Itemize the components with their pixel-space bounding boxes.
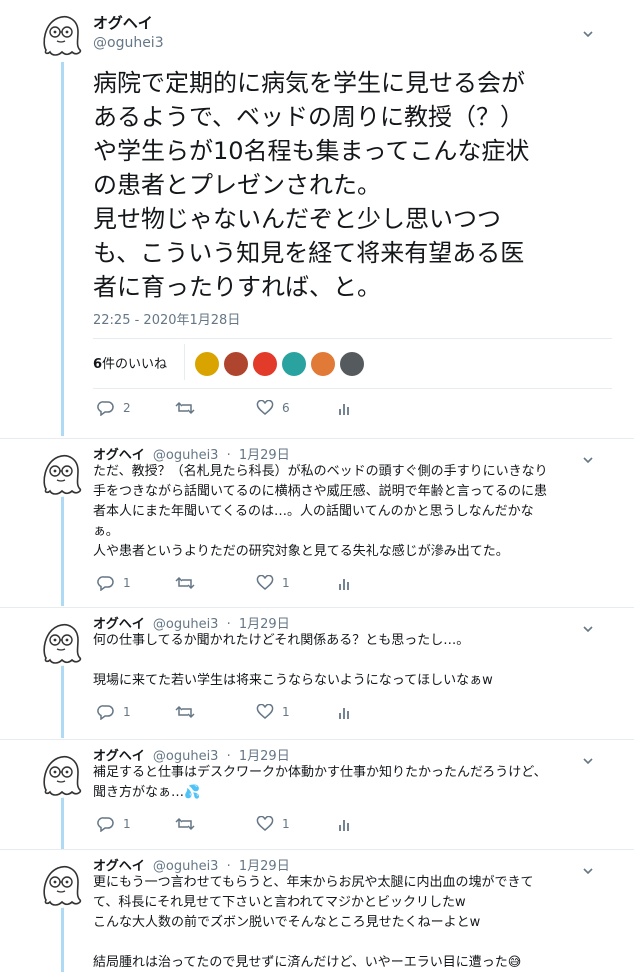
likes-label: 件のいいね	[102, 357, 168, 372]
reply-text: 補足すると仕事はデスクワークか体動かす仕事か知りたかったんだろうけど、 聞き方が…	[93, 765, 547, 800]
divider	[184, 344, 185, 380]
reply-header: オグヘイ @oguhei3 · 1月29日	[93, 855, 290, 874]
reply-header: オグヘイ @oguhei3 · 1月29日	[93, 613, 290, 632]
date-separator: ·	[226, 859, 231, 874]
like-count: 6	[282, 401, 290, 415]
reply-button[interactable]: 1	[97, 575, 131, 591]
retweet-button[interactable]	[175, 816, 195, 832]
reply-count: 1	[123, 705, 131, 719]
reply-icon	[97, 401, 114, 416]
like-button[interactable]: 1	[256, 575, 290, 591]
retweet-icon	[175, 576, 195, 590]
heart-icon	[256, 400, 274, 415]
author-handle[interactable]: @oguhei3	[153, 749, 219, 764]
analytics-button[interactable]	[338, 575, 352, 591]
retweet-icon	[175, 705, 195, 719]
reply-date[interactable]: 1月29日	[239, 859, 290, 874]
avatar[interactable]	[36, 10, 84, 58]
thread-line	[61, 62, 64, 436]
reply-date[interactable]: 1月29日	[239, 749, 290, 764]
retweet-icon	[175, 401, 195, 415]
author-handle[interactable]: @oguhei3	[93, 35, 164, 51]
author-handle[interactable]: @oguhei3	[153, 448, 219, 463]
author-name[interactable]: オグヘイ	[93, 859, 145, 874]
like-button[interactable]: 1	[256, 704, 290, 720]
analytics-icon	[339, 404, 349, 415]
thread-line	[61, 795, 64, 849]
like-count: 1	[282, 705, 290, 719]
author-name[interactable]: オグヘイ	[93, 617, 145, 632]
chevron-down-icon[interactable]	[582, 28, 594, 40]
author-name[interactable]: オグヘイ	[93, 12, 153, 33]
analytics-icon	[339, 579, 349, 590]
reply-text: ただ、教授？（名札見たら科長）が私のベッドの頭すぐ側の手すりにいきなり 手をつき…	[93, 464, 548, 559]
liker-avatar[interactable]	[339, 351, 365, 377]
author-handle[interactable]: @oguhei3	[153, 859, 219, 874]
like-count: 1	[282, 576, 290, 590]
reply-icon	[97, 576, 114, 591]
thread-line	[61, 905, 64, 972]
like-button[interactable]: 1	[256, 816, 290, 832]
avatar[interactable]	[36, 860, 84, 908]
retweet-button[interactable]	[175, 400, 195, 416]
liker-avatar[interactable]	[223, 351, 249, 377]
liker-avatar[interactable]	[281, 351, 307, 377]
liker-avatar[interactable]	[194, 351, 220, 377]
analytics-button[interactable]	[338, 400, 352, 416]
liker-avatar[interactable]	[252, 351, 278, 377]
reply-header: オグヘイ @oguhei3 · 1月29日	[93, 444, 290, 463]
like-button[interactable]: 6	[256, 400, 290, 416]
tweet-text: 病院で定期的に病気を学生に見せる会が あるようで、ベッドの周りに教授（？） や学…	[93, 69, 530, 301]
liker-avatar[interactable]	[310, 351, 336, 377]
thread-line	[61, 662, 64, 738]
date-separator: ·	[226, 448, 231, 463]
author-name[interactable]: オグヘイ	[93, 448, 145, 463]
heart-icon	[256, 816, 274, 831]
reply-icon	[97, 705, 114, 720]
timestamp[interactable]: 22:25 - 2020年1月28日	[93, 309, 240, 328]
analytics-icon	[339, 820, 349, 831]
retweet-button[interactable]	[175, 575, 195, 591]
avatar[interactable]	[36, 449, 84, 497]
reply-count: 2	[123, 401, 131, 415]
analytics-icon	[339, 708, 349, 719]
reply-button[interactable]: 2	[97, 400, 131, 416]
likes-count: 6	[93, 357, 103, 372]
reply-header: オグヘイ @oguhei3 · 1月29日	[93, 745, 290, 764]
heart-icon	[256, 575, 274, 590]
author-name[interactable]: オグヘイ	[93, 749, 145, 764]
heart-icon	[256, 704, 274, 719]
retweet-icon	[175, 817, 195, 831]
reply-count: 1	[123, 817, 131, 831]
analytics-button[interactable]	[338, 704, 352, 720]
thread-line	[61, 493, 64, 606]
reply-button[interactable]: 1	[97, 704, 131, 720]
divider	[0, 607, 634, 608]
divider	[0, 739, 634, 740]
retweet-button[interactable]	[175, 704, 195, 720]
likes-summary[interactable]: 6件のいいね	[93, 353, 167, 372]
reply-text: 更にもう一つ言わせてもらうと、年末からお尻や太腿に内出血の塊ができて て、科長に…	[93, 875, 534, 970]
date-separator: ·	[226, 617, 231, 632]
reply-date[interactable]: 1月29日	[239, 448, 290, 463]
divider	[93, 338, 612, 339]
divider	[0, 438, 634, 439]
like-count: 1	[282, 817, 290, 831]
analytics-button[interactable]	[338, 816, 352, 832]
reply-date[interactable]: 1月29日	[239, 617, 290, 632]
date-separator: ·	[226, 749, 231, 764]
reply-count: 1	[123, 576, 131, 590]
avatar[interactable]	[36, 750, 84, 798]
reply-button[interactable]: 1	[97, 816, 131, 832]
reply-icon	[97, 817, 114, 832]
divider	[0, 849, 634, 850]
reply-text: 何の仕事してるか聞かれたけどそれ関係ある？とも思ったし…。 現場に来てた若い学生…	[93, 633, 493, 688]
author-handle[interactable]: @oguhei3	[153, 617, 219, 632]
divider	[93, 388, 612, 389]
avatar[interactable]	[36, 618, 84, 666]
